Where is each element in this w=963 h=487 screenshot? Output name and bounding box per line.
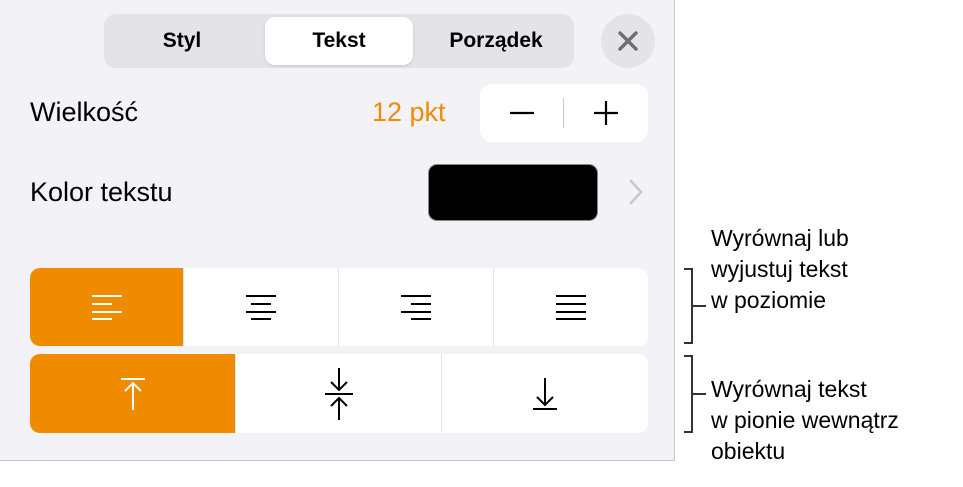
horizontal-alignment-control: [30, 268, 648, 346]
callout-line: wyjustuj tekst: [711, 256, 848, 282]
vertical-alignment-callout: Wyrównaj tekst w pionie wewnątrz obiektu: [711, 374, 899, 467]
plus-icon: [594, 101, 618, 125]
text-color-swatch[interactable]: [428, 164, 598, 221]
callout-line: w poziomie: [711, 287, 827, 313]
size-label: Wielkość: [30, 97, 139, 127]
align-top-icon: [120, 377, 145, 410]
align-right-icon: [401, 295, 431, 320]
tab-styl[interactable]: Styl: [108, 17, 256, 65]
align-right-button[interactable]: [338, 268, 493, 346]
close-icon: [618, 31, 638, 51]
vertical-alignment-control: [30, 354, 648, 433]
tab-porzadek[interactable]: Porządek: [422, 17, 570, 65]
text-color-label: Kolor tekstu: [30, 177, 173, 207]
horizontal-alignment-callout: Wyrównaj lub wyjustuj tekst w poziomie: [711, 223, 849, 316]
chevron-right-icon[interactable]: [629, 179, 643, 205]
justify-button[interactable]: [493, 268, 648, 346]
align-middle-button[interactable]: [235, 354, 441, 433]
vertical-callout-bracket: [684, 355, 693, 433]
size-stepper: [480, 84, 648, 142]
increase-size-button[interactable]: [564, 84, 648, 142]
vertical-callout-leader: [693, 393, 706, 395]
callout-line: Wyrównaj lub: [711, 225, 849, 251]
align-top-button[interactable]: [30, 354, 235, 433]
tab-tekst[interactable]: Tekst: [265, 17, 413, 65]
callout-line: Wyrównaj tekst: [711, 376, 867, 402]
horizontal-callout-leader: [693, 305, 706, 307]
justify-icon: [556, 295, 586, 320]
format-panel: Styl Tekst Porządek Wielkość 12 pkt Kolo…: [0, 0, 675, 461]
horizontal-callout-bracket: [684, 268, 693, 344]
align-middle-icon: [324, 367, 353, 420]
size-value: 12 pkt: [372, 97, 446, 127]
align-bottom-icon: [533, 377, 557, 410]
align-bottom-button[interactable]: [441, 354, 648, 433]
callout-line: obiektu: [711, 438, 786, 464]
align-left-button[interactable]: [30, 268, 183, 346]
align-center-icon: [246, 295, 276, 320]
callout-line: w pionie wewnątrz: [711, 407, 899, 433]
align-left-icon: [91, 295, 122, 320]
close-button[interactable]: [601, 14, 655, 68]
align-center-button[interactable]: [183, 268, 338, 346]
minus-icon: [510, 111, 534, 115]
format-tabs: Styl Tekst Porządek: [104, 14, 574, 68]
decrease-size-button[interactable]: [480, 84, 564, 142]
